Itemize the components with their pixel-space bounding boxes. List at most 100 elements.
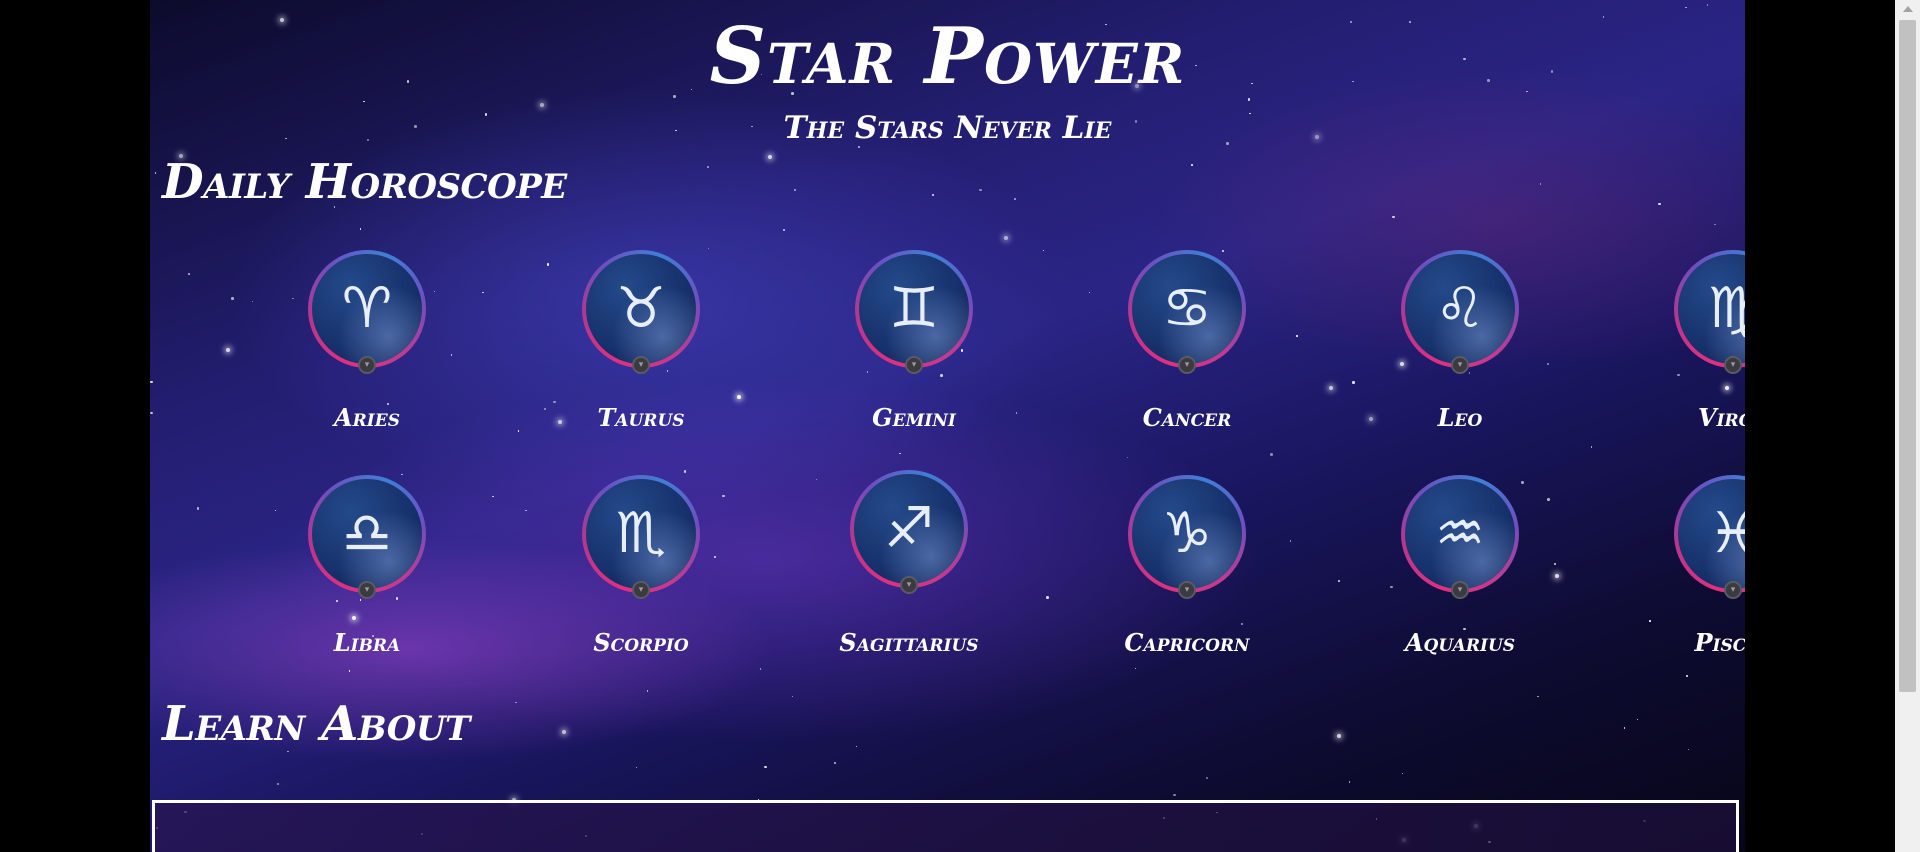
star-dot (251, 300, 254, 303)
sign-medallion[interactable]: ♍ ▾ (1674, 250, 1745, 374)
learn-about-heading: Learn About (162, 696, 470, 752)
star-dot (793, 188, 797, 192)
shield-badge-icon: ▾ (1451, 581, 1469, 599)
gemini-icon: ♊ (888, 276, 940, 341)
star-dot (1173, 793, 1176, 797)
sign-name[interactable]: Leo (1360, 403, 1560, 433)
star-dot (932, 194, 934, 196)
shield-badge-icon: ▾ (1724, 581, 1742, 599)
sign-card-leo[interactable]: ♌ ▾ Leo (1360, 250, 1560, 433)
sign-card-gemini[interactable]: ♊ ▾ Gemini (814, 250, 1014, 433)
daily-horoscope-heading: Daily Horoscope (162, 154, 567, 210)
star-dot (1003, 235, 1008, 240)
star-dot (1338, 580, 1340, 582)
star-dot (646, 690, 649, 692)
star-dot (782, 228, 786, 232)
star-dot (196, 507, 200, 510)
star-dot (150, 411, 153, 415)
sign-medallion[interactable]: ♒ ▾ (1401, 475, 1519, 599)
aries-icon: ♈ (341, 276, 393, 341)
sign-name[interactable]: Aquarius (1360, 628, 1560, 658)
aquarius-icon: ♒ (1434, 501, 1486, 566)
star-dot (635, 766, 638, 769)
sign-name[interactable]: Aries (267, 403, 467, 433)
star-dot (359, 228, 362, 230)
sign-card-aries[interactable]: ♈ ▾ Aries (267, 250, 467, 433)
sign-medallion[interactable]: ♓ ▾ (1674, 475, 1745, 599)
sign-card-cancer[interactable]: ♋ ▾ Cancer (1087, 250, 1287, 433)
sign-medallion[interactable]: ♏ ▾ (582, 475, 700, 599)
star-dot (1042, 249, 1045, 252)
shield-badge-icon: ▾ (900, 576, 918, 594)
sign-name[interactable]: Capricorn (1087, 628, 1287, 658)
star-dot (1134, 667, 1137, 670)
sign-card-sagittarius[interactable]: ♐ ▾ Sagittarius (809, 470, 1009, 658)
shield-badge-icon: ▾ (1724, 356, 1742, 374)
star-dot (1537, 695, 1539, 698)
star-dot (1296, 335, 1298, 337)
site-title: Star Power (709, 11, 1186, 102)
page-background: Star Power The Stars Never Lie Daily Hor… (150, 0, 1745, 852)
sign-medallion[interactable]: ♐ ▾ (850, 470, 968, 594)
sign-name[interactable]: Taurus (541, 403, 741, 433)
star-dot (1623, 727, 1626, 729)
star-dot (899, 452, 901, 455)
vertical-scrollbar[interactable] (1895, 0, 1920, 852)
star-dot (1205, 776, 1209, 780)
shield-badge-icon: ▾ (905, 356, 923, 374)
star-dot (540, 103, 545, 108)
star-dot (1348, 781, 1351, 783)
scroll-thumb[interactable] (1899, 20, 1916, 692)
star-dot (525, 509, 527, 511)
capricorn-icon: ♑ (1161, 501, 1213, 566)
star-dot (707, 247, 710, 250)
sign-medallion[interactable]: ♈ ▾ (308, 250, 426, 374)
sign-medallion[interactable]: ♊ ▾ (855, 250, 973, 374)
sign-card-taurus[interactable]: ♉ ▾ Taurus (541, 250, 741, 433)
sign-name[interactable]: Virgo (1633, 403, 1745, 433)
sign-card-aquarius[interactable]: ♒ ▾ Aquarius (1360, 475, 1560, 658)
sign-name[interactable]: Scorpio (541, 628, 741, 658)
star-dot (231, 297, 234, 300)
sign-card-pisces[interactable]: ♓ ▾ Pisces (1633, 475, 1745, 658)
sign-name[interactable]: Sagittarius (809, 628, 1009, 658)
sign-medallion[interactable]: ♋ ▾ (1128, 250, 1246, 374)
sign-name[interactable]: Gemini (814, 403, 1014, 433)
sign-name[interactable]: Cancer (1087, 403, 1287, 433)
taurus-icon: ♉ (615, 276, 667, 341)
star-dot (1336, 734, 1341, 739)
shield-badge-icon: ▾ (1451, 356, 1469, 374)
star-dot (1685, 6, 1687, 9)
shield-badge-icon: ▾ (632, 356, 650, 374)
star-dot (1401, 772, 1404, 775)
star-dot (150, 380, 153, 384)
sign-card-capricorn[interactable]: ♑ ▾ Capricorn (1087, 475, 1287, 658)
star-dot (683, 470, 687, 473)
sign-name[interactable]: Pisces (1633, 628, 1745, 658)
shield-badge-icon: ▾ (1178, 356, 1196, 374)
star-dot (482, 291, 484, 294)
star-dot (791, 695, 794, 698)
sign-medallion[interactable]: ♎ ▾ (308, 475, 426, 599)
sign-medallion[interactable]: ♑ ▾ (1128, 475, 1246, 599)
shield-badge-icon: ▾ (358, 356, 376, 374)
scroll-up-arrow-icon[interactable] (1903, 6, 1913, 12)
star-dot (759, 668, 762, 670)
star-dot (1191, 164, 1193, 166)
pisces-icon: ♓ (1707, 501, 1745, 566)
shield-badge-icon: ▾ (358, 581, 376, 599)
star-dot (188, 273, 190, 275)
star-dot (1352, 381, 1355, 384)
star-dot (1636, 718, 1639, 721)
star-dot (276, 782, 280, 786)
star-dot (1714, 223, 1716, 226)
sign-card-libra[interactable]: ♎ ▾ Libra (267, 475, 467, 658)
sign-medallion[interactable]: ♉ ▾ (582, 250, 700, 374)
sign-medallion[interactable]: ♌ ▾ (1401, 250, 1519, 374)
scorpio-icon: ♏ (615, 501, 667, 566)
sign-name[interactable]: Libra (267, 628, 467, 658)
sign-card-virgo[interactable]: ♍ ▾ Virgo (1633, 250, 1745, 433)
sign-card-scorpio[interactable]: ♏ ▾ Scorpio (541, 475, 741, 658)
star-dot (1126, 456, 1129, 459)
star-dot (855, 745, 858, 748)
